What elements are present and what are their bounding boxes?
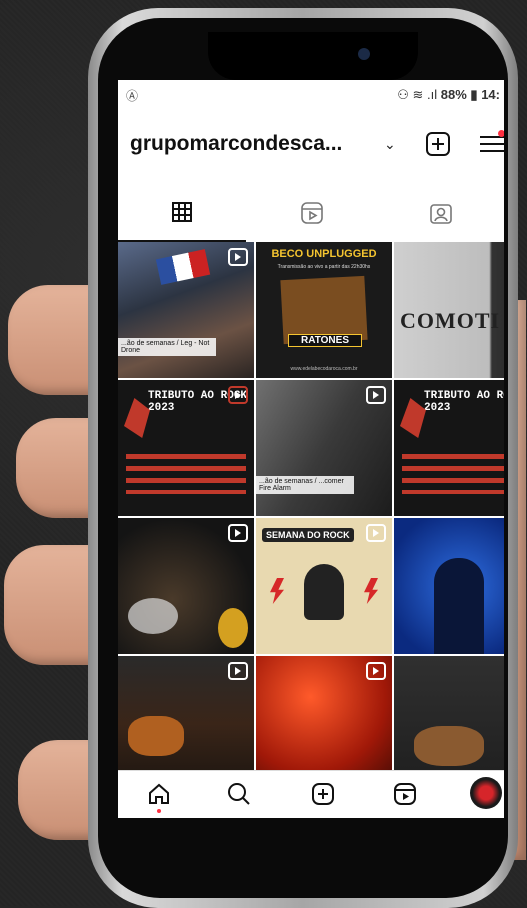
- home-active-dot: [157, 809, 161, 813]
- post-tile[interactable]: ...ão de semanas / ...comer Fire Alarm: [256, 380, 392, 516]
- post-title: BECO UNPLUGGED: [271, 248, 377, 260]
- post-tile[interactable]: SEMANA DO ROCK: [256, 518, 392, 654]
- status-bar: Ⓐ ⚇ ≋ .ıl 88% ▮ 14:: [118, 80, 504, 110]
- app-screen: Ⓐ ⚇ ≋ .ıl 88% ▮ 14: grupomarcondesca... …: [118, 80, 504, 818]
- a-circle-icon: Ⓐ: [126, 89, 139, 103]
- status-clock: 14:: [481, 87, 500, 102]
- search-icon[interactable]: [226, 781, 252, 807]
- tribute-logo: [400, 398, 426, 438]
- hamburger-menu-icon[interactable]: [480, 134, 504, 154]
- character-illustration: [304, 564, 344, 620]
- profile-icon[interactable]: [470, 777, 502, 809]
- post-tile[interactable]: TRIBUTO AO ROCK 2023: [394, 380, 504, 516]
- reels-icon: [301, 202, 323, 224]
- profile-header: grupomarcondesca... ⌄: [118, 124, 504, 168]
- singer-silhouette: [434, 558, 484, 654]
- drum-kit: [128, 598, 178, 634]
- tab-tagged[interactable]: [376, 184, 504, 240]
- battery-percent: 88%: [440, 87, 467, 102]
- profile-username[interactable]: grupomarcondesca...: [130, 132, 342, 156]
- plus-square-icon[interactable]: [426, 132, 450, 156]
- profile-tabs: [118, 184, 504, 242]
- reel-icon: [366, 386, 386, 404]
- post-band: RATONES: [288, 334, 362, 347]
- post-tile[interactable]: [118, 518, 254, 654]
- create-icon[interactable]: [310, 781, 336, 807]
- tribute-lines: [402, 454, 504, 494]
- phone-notch: [208, 32, 418, 80]
- post-caption: ...ão de semanas / ...comer Fire Alarm: [256, 476, 354, 494]
- reel-icon: [366, 662, 386, 680]
- tab-reels[interactable]: [247, 184, 375, 240]
- post-title: SEMANA DO ROCK: [262, 528, 354, 542]
- chevron-down-icon[interactable]: ⌄: [384, 136, 396, 153]
- guitarist: [128, 716, 184, 756]
- flag-decor: [155, 249, 211, 285]
- status-right: ⚇ ≋ .ıl 88% ▮ 14:: [397, 87, 500, 103]
- lightning-decor: [270, 578, 284, 604]
- tab-grid[interactable]: [118, 184, 246, 242]
- post-title: TRIBUTO AO ROCK 2023: [424, 390, 504, 414]
- notification-dot: [498, 130, 504, 137]
- guitar: [218, 608, 248, 648]
- home-icon[interactable]: [146, 781, 172, 813]
- post-url: www.edelabecodaroca.com.br: [290, 366, 358, 372]
- grid-icon: [172, 202, 192, 222]
- front-camera: [358, 48, 370, 60]
- battery-icon: ▮: [466, 87, 482, 102]
- reel-icon: [228, 386, 248, 404]
- post-caption: ...ão de semanas / Leg - Not Drone: [118, 338, 216, 356]
- reel-icon: [228, 248, 248, 266]
- post-tile[interactable]: COMOTI: [394, 242, 504, 378]
- network-icon: ⚇ ≋ .ıl: [397, 87, 441, 102]
- reel-icon: [228, 662, 248, 680]
- reels-icon[interactable]: [392, 781, 418, 807]
- reel-icon: [366, 524, 386, 542]
- guitarist: [414, 726, 484, 766]
- tagged-icon: [430, 204, 452, 224]
- bottom-nav: [118, 770, 504, 818]
- post-subtitle: Transmissão ao vivo a partir das 22h30hs: [277, 264, 371, 270]
- lightning-decor: [364, 578, 378, 604]
- post-tile[interactable]: [394, 518, 504, 654]
- reel-icon: [228, 524, 248, 542]
- tribute-logo: [124, 398, 150, 438]
- wall-text: COMOTI: [400, 308, 501, 333]
- post-tile[interactable]: ...ão de semanas / Leg - Not Drone: [118, 242, 254, 378]
- tribute-lines: [126, 454, 246, 494]
- post-tile[interactable]: BECO UNPLUGGED Transmissão ao vivo a par…: [256, 242, 392, 378]
- post-tile[interactable]: TRIBUTO AO ROCK 2023: [118, 380, 254, 516]
